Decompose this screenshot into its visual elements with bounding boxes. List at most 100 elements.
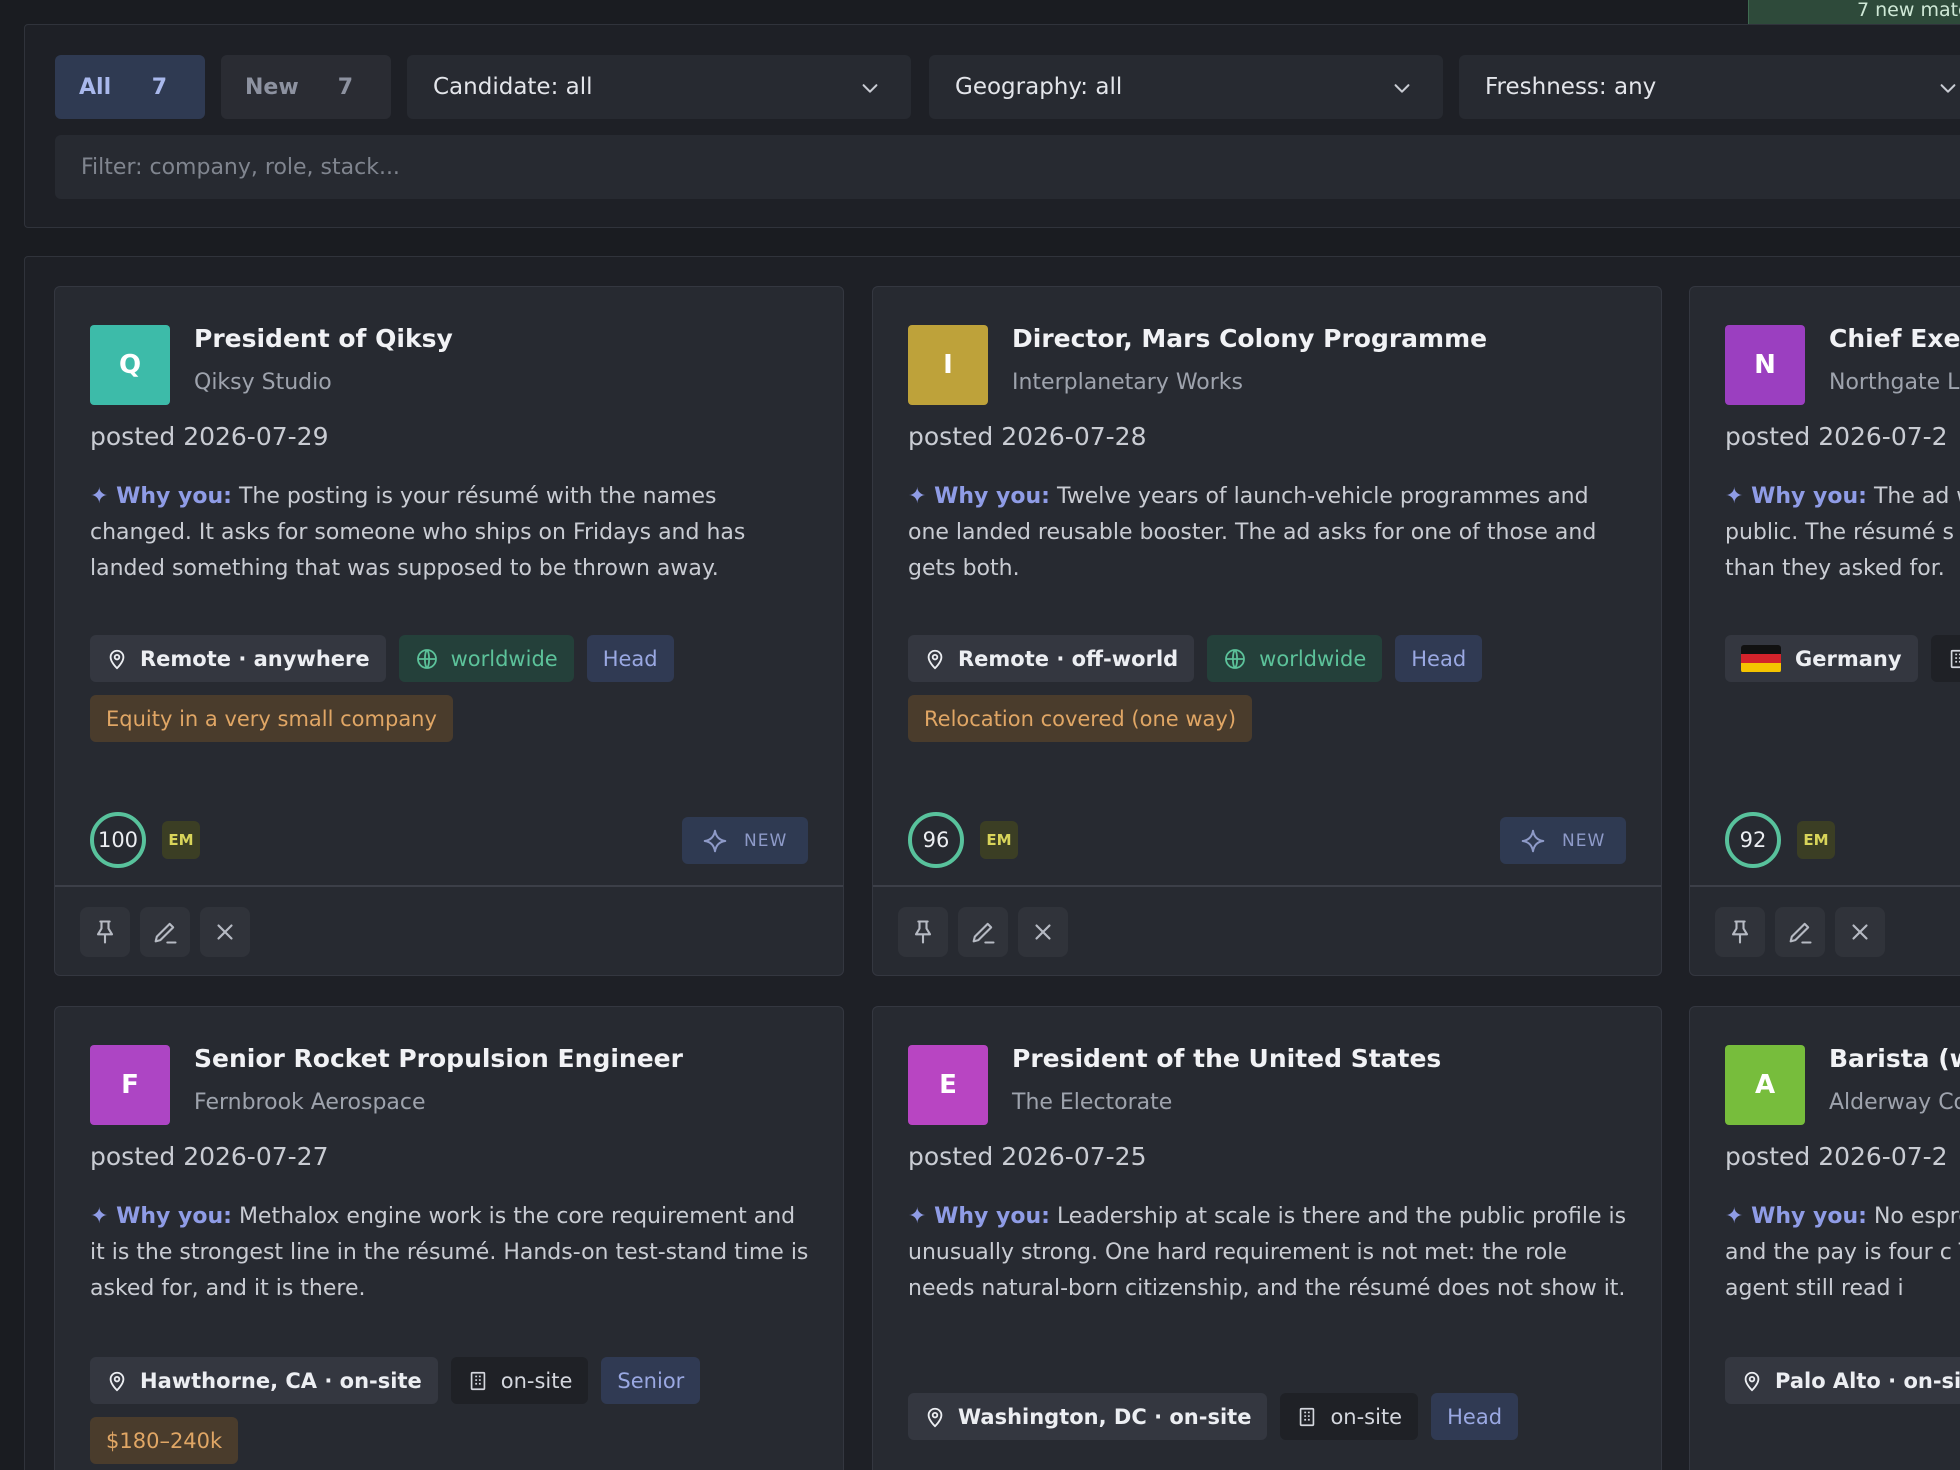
scope-tag-label: worldwide <box>1259 646 1367 671</box>
job-title[interactable]: President of Qiksy <box>194 324 453 353</box>
scope-tag-label: worldwide <box>450 646 558 671</box>
map-pin-icon <box>927 649 943 669</box>
tag-list: Remote · off-world worldwide Head Reloca… <box>908 635 1638 742</box>
site-tag: on-site <box>450 1357 589 1404</box>
why-you-text: ✦ Why you: The posting is your résumé wi… <box>90 479 812 587</box>
posted-date: posted 2026-07-29 <box>90 422 329 451</box>
job-title[interactable]: Barista (w <box>1829 1044 1960 1073</box>
building-icon <box>470 1371 485 1390</box>
filter-chip-all-count: 7 <box>151 74 167 100</box>
pencil-icon <box>972 922 995 944</box>
pin-button[interactable] <box>1715 907 1765 957</box>
company-avatar: Q <box>90 325 170 405</box>
geography-select-value: Geography: all <box>955 74 1123 100</box>
map-pin-icon <box>109 649 125 669</box>
level-tag: Senior <box>601 1357 701 1404</box>
company-name: Northgate L <box>1829 370 1960 395</box>
perk-tag: Relocation covered (one way) <box>908 695 1253 742</box>
new-badge: NEW <box>682 817 808 864</box>
pin-icon <box>96 920 114 944</box>
map-pin-icon <box>927 1407 943 1427</box>
filter-chip-all[interactable]: All 7 <box>55 55 205 119</box>
perk-tag: Equity in a very small company <box>90 695 453 742</box>
job-card[interactable]: Q President of Qiksy Qiksy Studio posted… <box>54 286 844 976</box>
building-icon <box>1300 1407 1315 1426</box>
match-score: 92 <box>1725 812 1781 868</box>
candidate-select-value: Candidate: all <box>433 74 593 100</box>
edit-button[interactable] <box>1775 907 1825 957</box>
location-tag: Germany <box>1725 635 1918 682</box>
tag-list: Hawthorne, CA · on-site on-site Senior $… <box>90 1357 820 1464</box>
card-actions <box>80 907 250 957</box>
posted-date: posted 2026-07-28 <box>908 422 1147 451</box>
level-tag: Head <box>1431 1393 1519 1440</box>
role-badge: EM <box>980 821 1018 859</box>
salary-tag: $180–240k <box>90 1417 239 1464</box>
site-tag-label: on-site <box>1330 1404 1403 1429</box>
freshness-select-value: Freshness: any <box>1485 74 1657 100</box>
job-title[interactable]: President of the United States <box>1012 1044 1441 1073</box>
match-score: 96 <box>908 812 964 868</box>
dismiss-button[interactable] <box>200 907 250 957</box>
company-name: Fernbrook Aerospace <box>194 1090 426 1115</box>
job-title[interactable]: Director, Mars Colony Programme <box>1012 324 1487 353</box>
why-you-label: ✦ Why you: <box>1725 1204 1867 1229</box>
filter-chip-new-count: 7 <box>337 74 353 100</box>
location-tag-label: Germany <box>1795 646 1902 671</box>
search-input[interactable] <box>55 135 1960 199</box>
posted-date: posted 2026-07-2 <box>1725 1142 1948 1171</box>
location-tag: Hawthorne, CA · on-site <box>90 1357 438 1404</box>
edit-button[interactable] <box>958 907 1008 957</box>
job-title[interactable]: Senior Rocket Propulsion Engineer <box>194 1044 683 1073</box>
why-you-label: ✦ Why you: <box>1725 484 1867 509</box>
close-icon <box>217 924 233 940</box>
building-icon <box>1950 649 1960 668</box>
job-title[interactable]: Chief Exec <box>1829 324 1960 353</box>
company-avatar: F <box>90 1045 170 1125</box>
location-tag-label: Palo Alto · on-si <box>1775 1368 1960 1393</box>
pin-button[interactable] <box>898 907 948 957</box>
filter-chip-all-label: All <box>79 74 112 100</box>
scope-tag: worldwide <box>398 635 574 682</box>
new-badge-label: NEW <box>1562 830 1606 851</box>
pin-button[interactable] <box>80 907 130 957</box>
tag-list: Germany <box>1725 635 1960 682</box>
company-avatar: E <box>908 1045 988 1125</box>
job-card[interactable]: N Chief Exec Northgate L posted 2026-07-… <box>1689 286 1960 976</box>
job-card[interactable]: A Barista (w Alderway Co posted 2026-07-… <box>1689 1006 1960 1470</box>
company-avatar: I <box>908 325 988 405</box>
role-badge: EM <box>1797 821 1835 859</box>
company-name: Alderway Co <box>1829 1090 1960 1115</box>
dismiss-button[interactable] <box>1018 907 1068 957</box>
job-card[interactable]: E President of the United States The Ele… <box>872 1006 1662 1470</box>
company-name: Qiksy Studio <box>194 370 332 395</box>
job-card[interactable]: F Senior Rocket Propulsion Engineer Fern… <box>54 1006 844 1470</box>
card-actions <box>1715 907 1885 957</box>
card-divider <box>1690 885 1960 887</box>
why-you-text: ✦ Why you: Leadership at scale is there … <box>908 1199 1630 1307</box>
globe-icon <box>1225 648 1246 669</box>
location-tag-label: Remote · anywhere <box>140 646 370 671</box>
map-pin-icon <box>109 1371 125 1391</box>
candidate-select[interactable]: Candidate: all <box>407 55 911 119</box>
pin-icon <box>1731 920 1749 944</box>
geography-select[interactable]: Geography: all <box>929 55 1443 119</box>
why-you-text: ✦ Why you: Twelve years of launch-vehicl… <box>908 479 1630 587</box>
edit-button[interactable] <box>140 907 190 957</box>
freshness-select[interactable]: Freshness: any <box>1459 55 1960 119</box>
location-tag-label: Washington, DC · on-site <box>958 1404 1252 1429</box>
germany-flag-icon <box>1741 644 1781 673</box>
job-card[interactable]: I Director, Mars Colony Programme Interp… <box>872 286 1662 976</box>
filter-chip-new[interactable]: New 7 <box>221 55 391 119</box>
why-you-text: ✦ Why you: The ad w public. The résumé s… <box>1725 479 1960 587</box>
scope-tag: worldwide <box>1207 635 1383 682</box>
location-tag-label: Remote · off-world <box>958 646 1179 671</box>
dismiss-button[interactable] <box>1835 907 1885 957</box>
level-tag: Head <box>586 635 674 682</box>
site-tag <box>1930 635 1960 682</box>
chevron-down-icon <box>1940 84 1956 93</box>
posted-date: posted 2026-07-27 <box>90 1142 329 1171</box>
site-tag: on-site <box>1280 1393 1419 1440</box>
card-divider <box>873 885 1661 887</box>
why-you-label: ✦ Why you: <box>90 1204 232 1229</box>
